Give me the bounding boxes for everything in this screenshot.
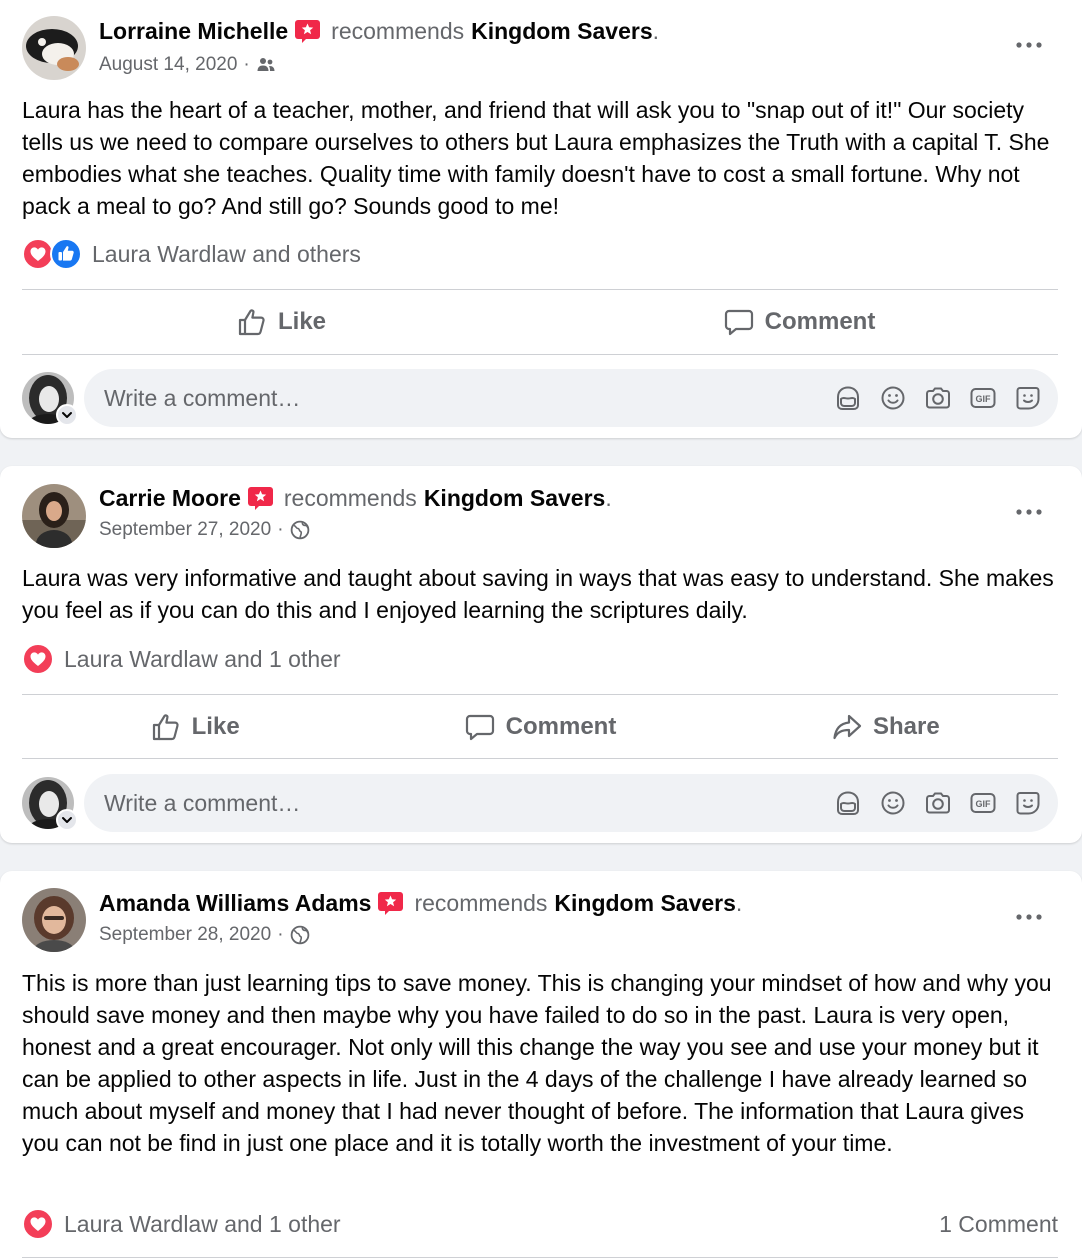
recommends-label: recommends	[414, 890, 548, 916]
camera-icon[interactable]	[924, 789, 952, 817]
review-text: Laura was very informative and taught ab…	[22, 565, 1054, 623]
globe-icon	[290, 520, 310, 540]
camera-icon[interactable]	[924, 384, 952, 412]
post-header: Carrie Moore recommends Kingdom Savers.	[99, 485, 612, 512]
share-arrow-icon	[831, 711, 863, 743]
reactions-summary: Laura Wardlaw and 1 other 1 Comment	[22, 1208, 1058, 1240]
share-label: Share	[872, 713, 940, 740]
reactions-summary[interactable]: Laura Wardlaw and 1 other	[22, 643, 1058, 675]
chevron-down-icon[interactable]	[56, 404, 78, 426]
post-date[interactable]: August 14, 2020	[99, 54, 237, 76]
more-options-icon[interactable]	[1014, 40, 1044, 50]
author-avatar[interactable]	[22, 16, 86, 80]
chevron-down-icon[interactable]	[56, 809, 78, 831]
friends-icon	[256, 55, 276, 75]
comment-composer: Write a comment…	[22, 369, 1058, 427]
post-header: Lorraine Michelle recommends Kingdom Sav…	[99, 18, 659, 45]
reactions-summary[interactable]: Laura Wardlaw and others	[22, 238, 1058, 270]
like-icon	[50, 238, 82, 270]
gif-icon[interactable]	[969, 789, 997, 817]
current-user-avatar[interactable]	[22, 372, 78, 426]
comment-placeholder: Write a comment…	[104, 789, 301, 816]
comment-composer: Write a comment…	[22, 774, 1058, 832]
comment-label: Comment	[505, 713, 617, 740]
period: .	[605, 485, 612, 511]
review-text: This is more than just learning tips to …	[22, 970, 1052, 1156]
reactions-text[interactable]: Laura Wardlaw and 1 other	[64, 1211, 341, 1238]
like-button[interactable]: Like	[22, 290, 540, 354]
like-label: Like	[191, 713, 240, 740]
author-name[interactable]: Lorraine Michelle	[99, 18, 288, 45]
author-avatar[interactable]	[22, 484, 86, 548]
comment-bubble-icon	[464, 711, 496, 743]
thumbs-up-icon	[150, 711, 182, 743]
more-options-icon[interactable]	[1014, 507, 1044, 517]
page-name-link[interactable]: Kingdom Savers	[471, 18, 653, 45]
author-name[interactable]: Carrie Moore	[99, 485, 241, 512]
post-meta: September 28, 2020 ·	[99, 924, 310, 946]
divider	[22, 758, 1058, 759]
action-bar: Like Comment	[22, 290, 1058, 354]
emoji-icon[interactable]	[879, 384, 907, 412]
post-date[interactable]: September 28, 2020	[99, 924, 271, 946]
reactions-text[interactable]: Laura Wardlaw and others	[92, 241, 361, 268]
post-meta: August 14, 2020 ·	[99, 54, 276, 76]
action-bar: Like Comment Share	[22, 695, 1058, 759]
thumbs-up-icon	[236, 306, 268, 338]
comment-input[interactable]: Write a comment…	[84, 774, 1058, 832]
review-text: Laura has the heart of a teacher, mother…	[22, 97, 1050, 219]
comments-count[interactable]: 1 Comment	[939, 1211, 1058, 1238]
review-post-3: Amanda Williams Adams recommends Kingdom…	[0, 871, 1082, 1260]
reactions-text[interactable]: Laura Wardlaw and 1 other	[64, 646, 341, 673]
more-options-icon[interactable]	[1014, 912, 1044, 922]
like-label: Like	[277, 308, 327, 335]
divider	[22, 1257, 1058, 1258]
period: .	[735, 890, 743, 916]
page-name-link[interactable]: Kingdom Savers	[424, 485, 606, 512]
comment-label: Comment	[764, 308, 876, 335]
sticker-icon[interactable]	[1014, 789, 1042, 817]
recommend-badge-icon	[294, 19, 321, 44]
recommends-label: recommends	[331, 18, 465, 44]
divider	[22, 354, 1058, 355]
love-icon	[22, 643, 54, 675]
comment-button[interactable]: Comment	[367, 695, 712, 759]
gif-icon[interactable]	[969, 384, 997, 412]
emoji-icon[interactable]	[879, 789, 907, 817]
comment-bubble-icon	[723, 306, 755, 338]
love-icon	[22, 1208, 54, 1240]
author-name[interactable]: Amanda Williams Adams	[99, 890, 371, 917]
review-post-1: Lorraine Michelle recommends Kingdom Sav…	[0, 0, 1082, 438]
recommend-badge-icon	[377, 891, 404, 916]
comment-button[interactable]: Comment	[540, 290, 1058, 354]
recommend-badge-icon	[247, 486, 274, 511]
review-post-2: Carrie Moore recommends Kingdom Savers. …	[0, 466, 1082, 843]
comment-placeholder: Write a comment…	[104, 384, 301, 411]
composer-tools	[834, 789, 1042, 817]
sticker-icon[interactable]	[1014, 384, 1042, 412]
avatar-sticker-icon[interactable]	[834, 384, 862, 412]
meta-separator: ·	[277, 924, 284, 945]
composer-tools	[834, 384, 1042, 412]
share-button[interactable]: Share	[713, 695, 1058, 759]
period: .	[652, 18, 659, 44]
post-header: Amanda Williams Adams recommends Kingdom…	[99, 890, 742, 917]
comment-input[interactable]: Write a comment…	[84, 369, 1058, 427]
author-avatar[interactable]	[22, 888, 86, 952]
post-meta: September 27, 2020 ·	[99, 519, 310, 541]
globe-icon	[290, 925, 310, 945]
post-date[interactable]: September 27, 2020	[99, 519, 271, 541]
like-button[interactable]: Like	[22, 695, 367, 759]
avatar-sticker-icon[interactable]	[834, 789, 862, 817]
meta-separator: ·	[277, 519, 284, 540]
meta-separator: ·	[243, 54, 250, 75]
page-name-link[interactable]: Kingdom Savers	[554, 890, 736, 917]
current-user-avatar[interactable]	[22, 777, 78, 831]
recommends-label: recommends	[283, 485, 417, 511]
